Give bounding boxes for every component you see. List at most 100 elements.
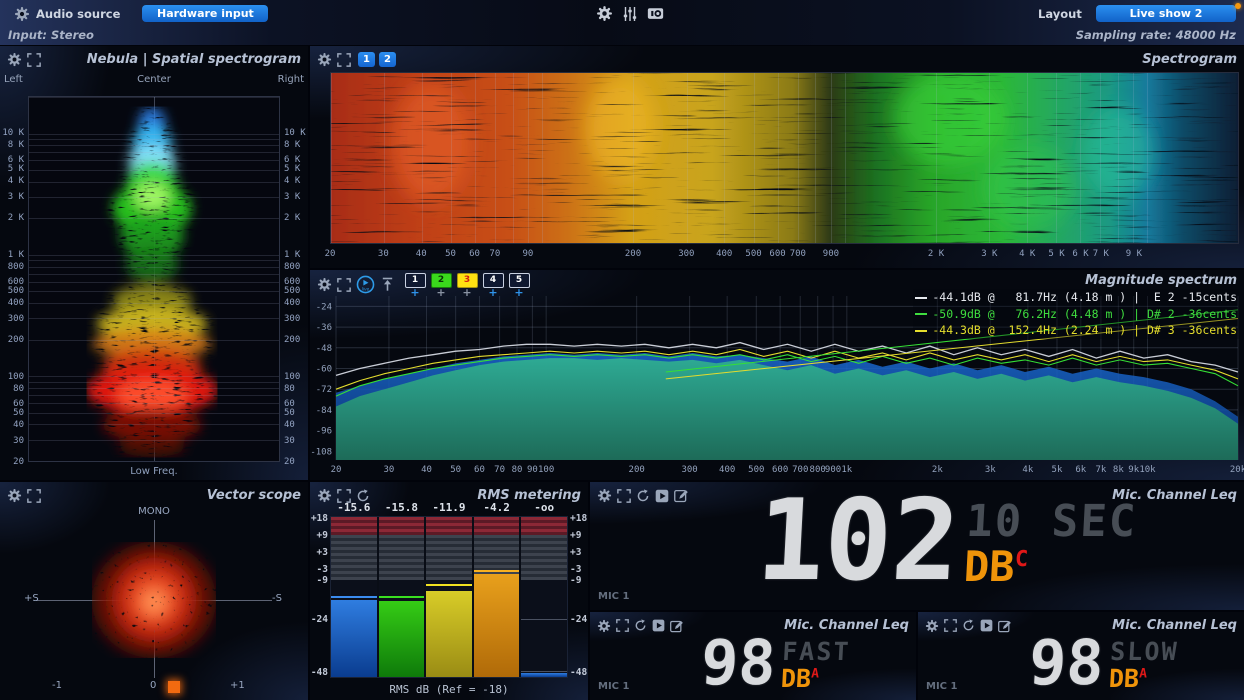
freq-tick: 30	[378, 249, 389, 259]
freq-gridline	[29, 218, 279, 219]
svg-text:6k: 6k	[1075, 465, 1086, 475]
freq-tick-right: 40	[284, 420, 295, 430]
gear-icon[interactable]	[317, 277, 332, 292]
gear-icon[interactable]	[597, 619, 611, 633]
minus-s-label: -S	[272, 593, 282, 604]
freq-tick-left: 500	[8, 286, 24, 296]
svg-text:-72: -72	[316, 385, 332, 395]
gear-icon[interactable]	[596, 5, 613, 22]
fullscreen-icon[interactable]	[27, 53, 41, 67]
freq-tick: 900	[823, 249, 839, 259]
fullscreen-icon[interactable]	[27, 489, 41, 503]
io-routing-icon[interactable]	[647, 5, 664, 22]
edit-icon[interactable]	[998, 619, 1012, 633]
leq-weighting: C	[1014, 547, 1028, 572]
peak-hold-line	[474, 570, 520, 572]
fullscreen-icon[interactable]	[337, 53, 351, 67]
freq-tick-left: 6 K	[8, 155, 24, 165]
spectrogram-plot[interactable]	[330, 72, 1239, 244]
freq-axis-right: 10 K8 K6 K5 K4 K3 K2 K1 K800600500400300…	[281, 96, 308, 462]
reset-icon[interactable]	[634, 619, 647, 632]
spatial-spectrogram-plot[interactable]	[28, 96, 280, 462]
freq-tick: 300	[678, 249, 694, 259]
svg-text:20: 20	[331, 465, 342, 475]
leq-unit-label: DBA	[1108, 666, 1178, 691]
svg-text:-24: -24	[316, 302, 332, 312]
freq-gridline	[29, 376, 279, 377]
gear-icon[interactable]	[925, 619, 939, 633]
meter-column-5[interactable]	[521, 517, 567, 677]
freq-tick-right: 200	[284, 335, 300, 345]
fullscreen-icon[interactable]	[337, 278, 351, 292]
rms-meter[interactable]	[330, 516, 568, 678]
freq-tick-right: 500	[284, 286, 300, 296]
freq-gridline	[29, 197, 279, 198]
leq-value: 98	[1028, 637, 1105, 689]
freq-axis: 203040506070902003004005006007009002 K3 …	[330, 249, 1239, 261]
svg-text:400: 400	[719, 465, 735, 475]
freq-gridline	[1118, 73, 1119, 243]
freq-gridline	[29, 440, 279, 441]
gear-icon[interactable]	[14, 6, 30, 22]
balance-marker[interactable]	[168, 681, 180, 693]
low-freq-label: Low Freq.	[0, 466, 308, 477]
freq-gridline	[451, 73, 452, 243]
freq-tick-right: 8 K	[284, 140, 300, 150]
cursor-readout: -44.3dB @ 152.4Hz (2.24 m ) | D# 3 -36ce…	[915, 322, 1237, 339]
freq-tick-right: 600	[284, 277, 300, 287]
freq-gridline	[29, 461, 279, 462]
spectrogram-preset-1[interactable]: 1	[358, 52, 375, 67]
freq-gridline	[778, 73, 779, 243]
freq-tick: 40	[416, 249, 427, 259]
svg-text:30: 30	[384, 465, 395, 475]
db-scale-tick: -24	[311, 614, 328, 625]
freq-gridline	[29, 403, 279, 404]
leq-mode-label: FAST	[782, 639, 852, 664]
freq-gridline	[29, 260, 279, 261]
import-icon[interactable]	[380, 277, 395, 292]
freq-gridline	[29, 303, 279, 304]
meter-column-4[interactable]	[474, 517, 522, 677]
play-icon[interactable]	[655, 489, 669, 503]
freq-gridline	[633, 73, 634, 243]
leq-value: 98	[700, 637, 777, 689]
freq-gridline	[422, 73, 423, 243]
mixer-icon[interactable]	[622, 6, 638, 22]
gear-icon[interactable]	[7, 52, 22, 67]
gear-icon[interactable]	[7, 488, 22, 503]
fullscreen-icon[interactable]	[617, 489, 631, 503]
cursor-readout: -50.9dB @ 76.2Hz (4.48 m ) | D# 2 -36cen…	[915, 306, 1237, 323]
mic-leq-panel-10sec: Mic. Channel Leq 102 10 SEC DBC MIC 1	[590, 482, 1244, 610]
live-play-icon[interactable]	[356, 275, 375, 294]
freq-tick-left: 5 K	[8, 164, 24, 174]
freq-gridline	[29, 274, 279, 275]
gear-icon[interactable]	[597, 488, 612, 503]
meter-column-1[interactable]	[331, 517, 379, 677]
reset-icon[interactable]	[962, 619, 975, 632]
freq-gridline	[1133, 73, 1134, 243]
hardware-input-button[interactable]: Hardware input	[142, 5, 268, 22]
play-icon[interactable]	[652, 619, 665, 632]
gear-icon[interactable]	[317, 52, 332, 67]
svg-text:900: 900	[825, 465, 841, 475]
meter-column-2[interactable]	[379, 517, 427, 677]
svg-text:500: 500	[748, 465, 764, 475]
meter-column-3[interactable]	[426, 517, 474, 677]
panel-title: Mic. Channel Leq	[1112, 618, 1237, 633]
pan-label-center: Center	[137, 74, 171, 85]
db-scale-tick: -48	[570, 667, 587, 678]
fullscreen-icon[interactable]	[944, 619, 957, 632]
mic-leq-panel-fast: Mic. Channel Leq 98 FAST DBA MIC 1	[590, 612, 916, 700]
freq-gridline	[528, 73, 529, 243]
fullscreen-icon[interactable]	[616, 619, 629, 632]
play-icon[interactable]	[980, 619, 993, 632]
leq-mode-label: SLOW	[1110, 639, 1180, 664]
edit-icon[interactable]	[674, 488, 689, 503]
live-show-button[interactable]: Live show 2	[1096, 5, 1236, 22]
svg-text:60: 60	[474, 465, 485, 475]
freq-tick-right: 30	[284, 436, 295, 446]
reset-icon[interactable]	[636, 489, 650, 503]
edit-icon[interactable]	[670, 619, 684, 633]
freq-gridline	[29, 170, 279, 171]
spectrogram-preset-2[interactable]: 2	[379, 52, 396, 67]
